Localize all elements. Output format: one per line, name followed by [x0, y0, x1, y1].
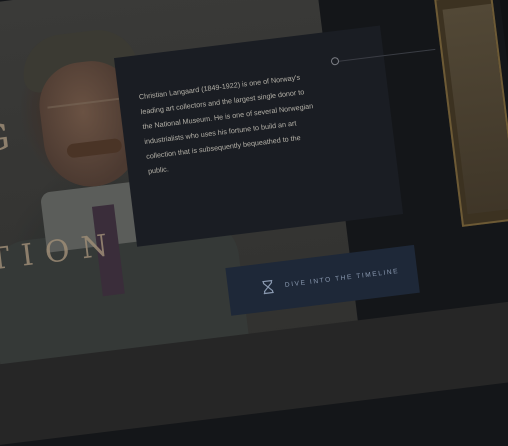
- photo-frame-image: [442, 3, 508, 215]
- stage: G TION Christian Langaard (1849-1922) is…: [0, 0, 508, 446]
- story-text: Christian Langaard (1849-1922) is one of…: [138, 72, 314, 176]
- timeline-button-label: DIVE INTO THE TIMELINE: [284, 267, 400, 289]
- hourglass-icon: [262, 279, 274, 295]
- photo-frame: [434, 0, 508, 227]
